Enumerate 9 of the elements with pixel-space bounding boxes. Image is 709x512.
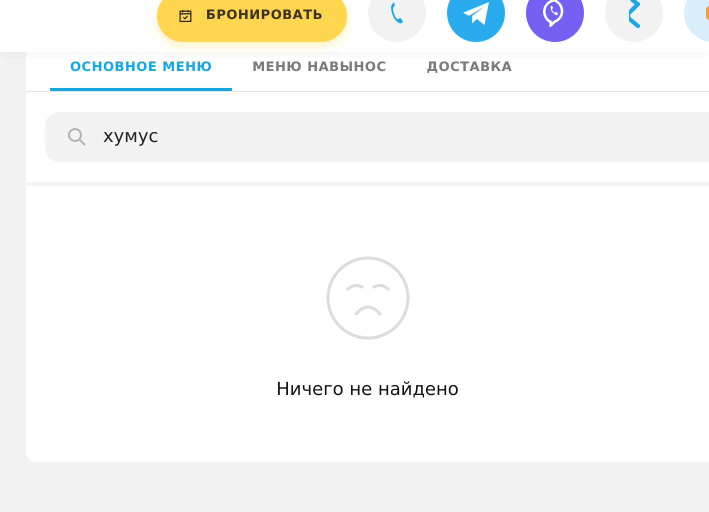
empty-message: Ничего не найдено [276,378,459,402]
phone-icon [390,2,404,24]
send-icon [463,2,489,24]
menu-tab[interactable]: МЕНЮ НАВЫНОС [232,52,407,90]
search-icon [67,126,87,146]
booking-button[interactable]: БРОНИРОВАТЬ [157,0,347,42]
sad-face-icon [326,256,410,340]
menu-tab[interactable]: ДОСТАВКА [406,52,532,90]
search-field[interactable]: хумус [45,112,709,162]
